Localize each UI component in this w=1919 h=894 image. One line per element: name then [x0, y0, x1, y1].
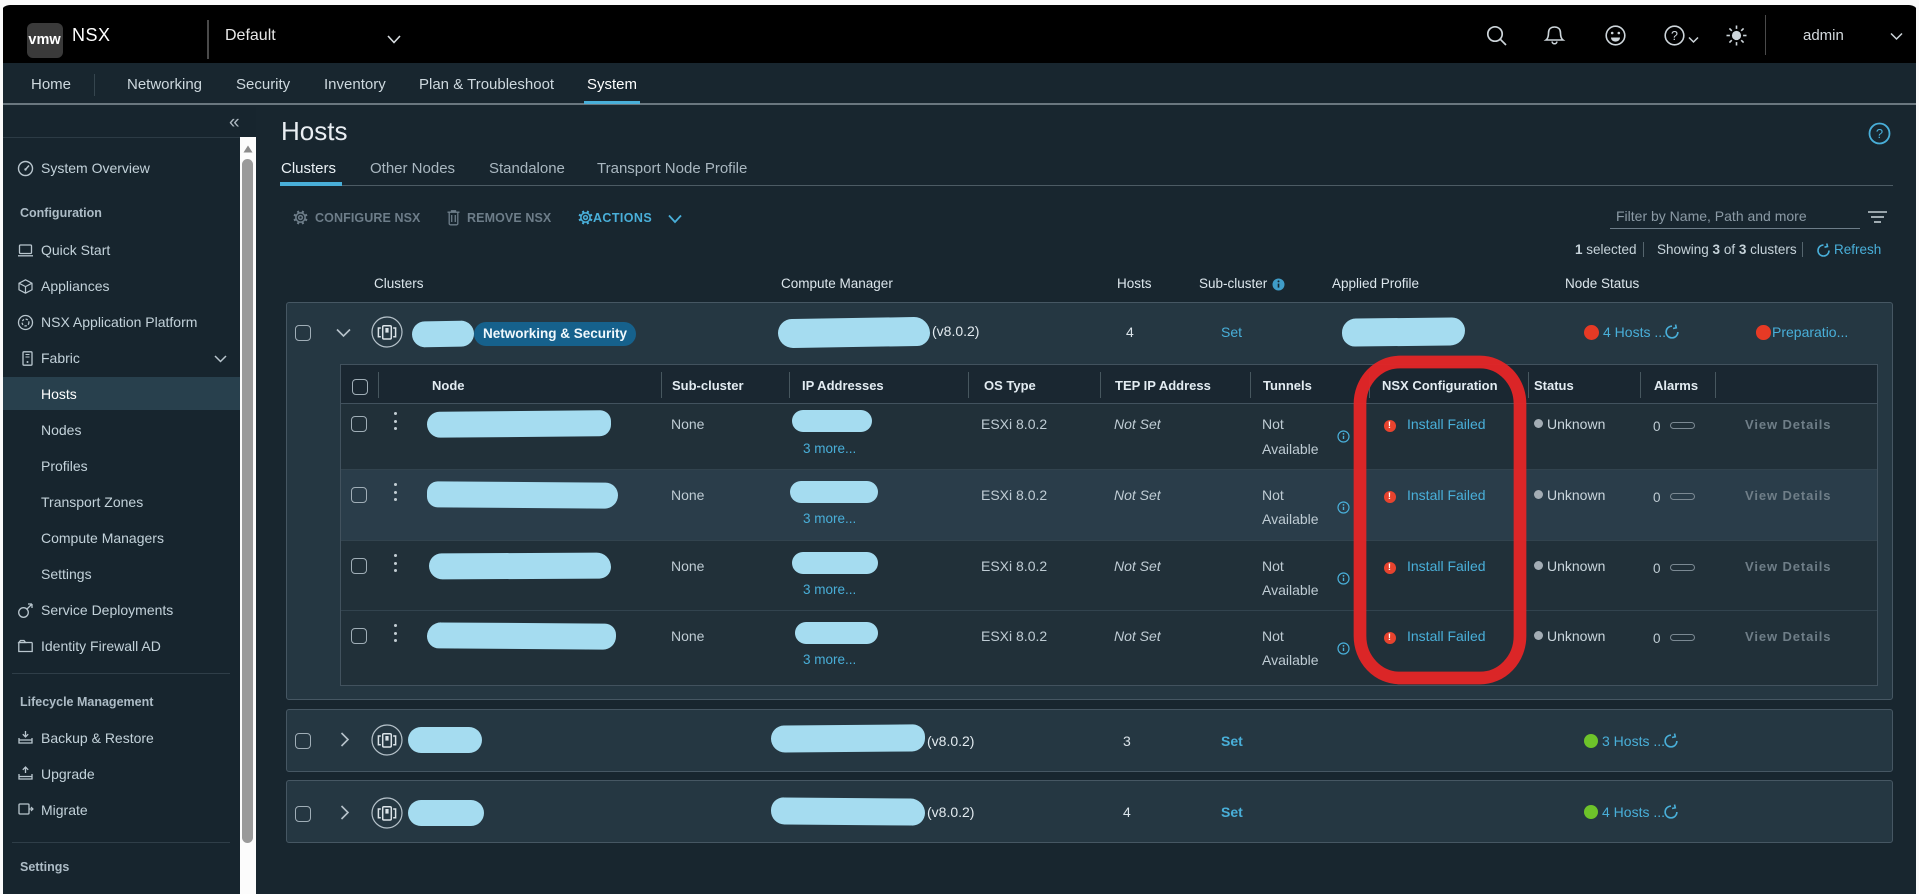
svg-text:?: ?	[1876, 126, 1883, 141]
svg-text:?: ?	[1671, 29, 1678, 43]
